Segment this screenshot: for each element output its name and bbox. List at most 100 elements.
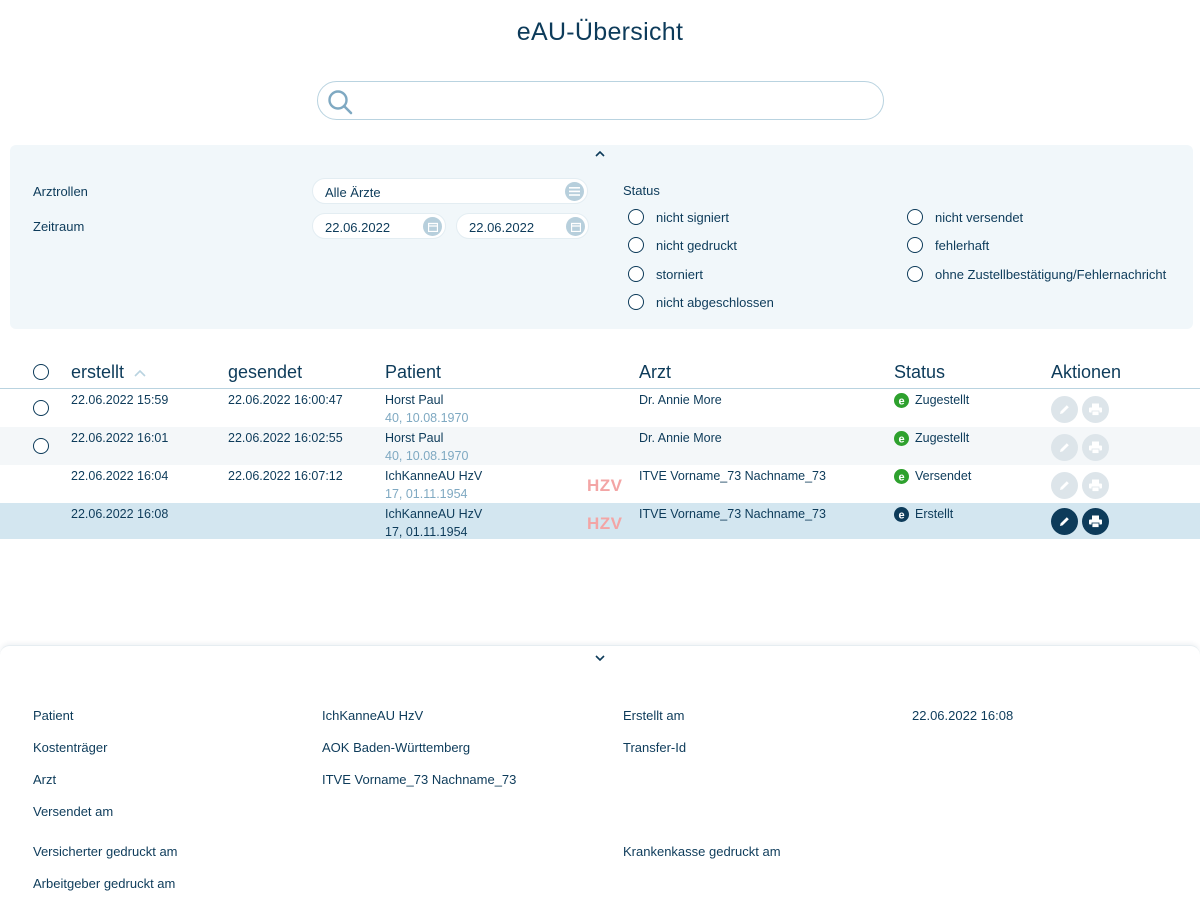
print-button[interactable] — [1082, 434, 1109, 461]
search-bar[interactable] — [317, 81, 884, 120]
select-all-radio[interactable] — [33, 364, 49, 380]
chevron-up-icon[interactable] — [592, 148, 608, 160]
radio-button[interactable] — [907, 237, 923, 253]
hzv-badge: HZV — [587, 514, 623, 533]
calendar-icon[interactable] — [423, 217, 442, 236]
print-icon — [1089, 441, 1102, 454]
cell-patient-info: 17, 01.11.1954 — [385, 525, 468, 539]
detail-transfer-label: Transfer-Id — [623, 740, 687, 755]
date-from-value: 22.06.2022 — [325, 220, 391, 235]
cell-patient-info: 40, 10.08.1970 — [385, 411, 469, 425]
svg-text:e: e — [898, 395, 904, 407]
print-button[interactable] — [1082, 508, 1109, 535]
e-status-icon: e — [894, 507, 909, 522]
status-filter-label: Status — [623, 183, 660, 198]
edit-icon — [1060, 405, 1069, 414]
cell-status: Versendet — [915, 469, 972, 483]
search-icon — [328, 90, 353, 115]
detail-versichert-label: Versicherter gedruckt am — [33, 844, 178, 859]
e-status-icon: e — [894, 431, 909, 446]
detail-krankenkasse-label: Krankenkasse gedruckt am — [623, 844, 781, 859]
column-header-erstellt[interactable]: erstellt — [71, 362, 147, 383]
column-header-aktionen: Aktionen — [1051, 362, 1122, 382]
radio-button[interactable] — [907, 209, 923, 225]
column-header-gesendet[interactable]: gesendet — [228, 362, 302, 383]
detail-patient-value: IchKanneAU HzV — [322, 708, 424, 723]
cell-patient-info: 17, 01.11.1954 — [385, 487, 468, 501]
arztrollen-label: Arztrollen — [33, 184, 88, 199]
edit-button[interactable] — [1051, 434, 1078, 461]
chevron-down-icon[interactable] — [592, 652, 608, 664]
detail-erstellt-value: 22.06.2022 16:08 — [912, 708, 1014, 723]
cell-status: Zugestellt — [915, 431, 970, 445]
date-from-field[interactable]: 22.06.2022 — [312, 213, 446, 239]
cell-gesendet: 22.06.2022 16:02:55 — [228, 431, 343, 445]
print-icon — [1089, 515, 1102, 528]
cell-gesendet: 22.06.2022 16:00:47 — [228, 393, 343, 407]
zeitraum-label: Zeitraum — [33, 219, 85, 234]
detail-erstellt-label: Erstellt am — [623, 708, 685, 723]
cell-patient-name: IchKanneAU HzV — [385, 469, 483, 483]
edit-icon — [1060, 517, 1069, 526]
cell-patient-info: 40, 10.08.1970 — [385, 449, 469, 463]
calendar-icon[interactable] — [566, 217, 585, 236]
edit-button[interactable] — [1051, 508, 1078, 535]
radio-button[interactable] — [628, 294, 644, 310]
svg-text:e: e — [898, 509, 904, 521]
cell-patient-name: IchKanneAU HzV — [385, 507, 483, 521]
cell-patient-name: Horst Paul — [385, 431, 444, 445]
edit-button[interactable] — [1051, 472, 1078, 499]
radio-button[interactable] — [628, 237, 644, 253]
column-header-status[interactable]: Status — [894, 362, 945, 383]
cell-arzt: ITVE Vorname_73 Nachname_73 — [639, 469, 826, 483]
table-row[interactable]: 22.06.2022 16:04 22.06.2022 16:07:12 Ich… — [0, 465, 1200, 503]
print-icon — [1089, 479, 1102, 492]
e-status-icon: e — [894, 393, 909, 408]
print-button[interactable] — [1082, 472, 1109, 499]
print-icon — [1089, 403, 1102, 416]
print-button[interactable] — [1082, 396, 1109, 423]
detail-versendet-label: Versendet am — [33, 804, 114, 819]
detail-arbeitgeber-label: Arbeitgeber gedruckt am — [33, 876, 176, 891]
cell-patient-name: Horst Paul — [385, 393, 444, 407]
page-title: eAU-Übersicht — [516, 18, 684, 46]
cell-erstellt: 22.06.2022 15:59 — [71, 393, 169, 407]
cell-erstellt: 22.06.2022 16:04 — [71, 469, 169, 483]
edit-button[interactable] — [1051, 396, 1078, 423]
arztrollen-select[interactable]: Alle Ärzte — [312, 178, 588, 204]
arztrollen-value: Alle Ärzte — [325, 185, 381, 200]
detail-kostentraeger-value: AOK Baden-Württemberg — [322, 740, 471, 755]
search-input[interactable] — [362, 88, 866, 114]
detail-kostentraeger-label: Kostenträger — [33, 740, 108, 755]
table-row-selected[interactable]: 22.06.2022 16:08 IchKanneAU HzV 17, 01.1… — [0, 503, 1200, 539]
row-select-radio[interactable] — [33, 438, 49, 454]
row-select-radio[interactable] — [33, 400, 49, 416]
edit-icon — [1060, 443, 1069, 452]
detail-arzt-value: ITVE Vorname_73 Nachname_73 — [322, 772, 517, 787]
radio-button[interactable] — [907, 266, 923, 282]
cell-erstellt: 22.06.2022 16:08 — [71, 507, 169, 521]
filter-panel: Arztrollen Alle Ärzte Zeitraum 22.06.202… — [10, 145, 1193, 329]
cell-erstellt: 22.06.2022 16:01 — [71, 431, 169, 445]
table-header: erstellt gesendet Patient Arzt Status Ak… — [0, 362, 1200, 389]
table-row[interactable]: 22.06.2022 15:59 22.06.2022 16:00:47 Hor… — [0, 389, 1200, 427]
cell-arzt: Dr. Annie More — [639, 431, 722, 445]
detail-patient-label: Patient — [33, 708, 74, 723]
cell-arzt: ITVE Vorname_73 Nachname_73 — [639, 507, 826, 521]
cell-status: Erstellt — [915, 507, 954, 521]
svg-text:e: e — [898, 433, 904, 445]
svg-text:e: e — [898, 471, 904, 483]
table-row[interactable]: 22.06.2022 16:01 22.06.2022 16:02:55 Hor… — [0, 427, 1200, 465]
radio-button[interactable] — [628, 266, 644, 282]
hzv-badge: HZV — [587, 476, 623, 495]
column-header-patient[interactable]: Patient — [385, 362, 441, 383]
detail-panel: Patient IchKanneAU HzV Kostenträger AOK … — [0, 645, 1200, 909]
cell-gesendet: 22.06.2022 16:07:12 — [228, 469, 343, 483]
sort-asc-icon[interactable] — [133, 368, 147, 378]
radio-button[interactable] — [628, 209, 644, 225]
list-icon[interactable] — [565, 182, 584, 201]
date-to-field[interactable]: 22.06.2022 — [456, 213, 589, 239]
date-to-value: 22.06.2022 — [469, 220, 535, 235]
edit-icon — [1060, 481, 1069, 490]
column-header-arzt[interactable]: Arzt — [639, 362, 671, 383]
